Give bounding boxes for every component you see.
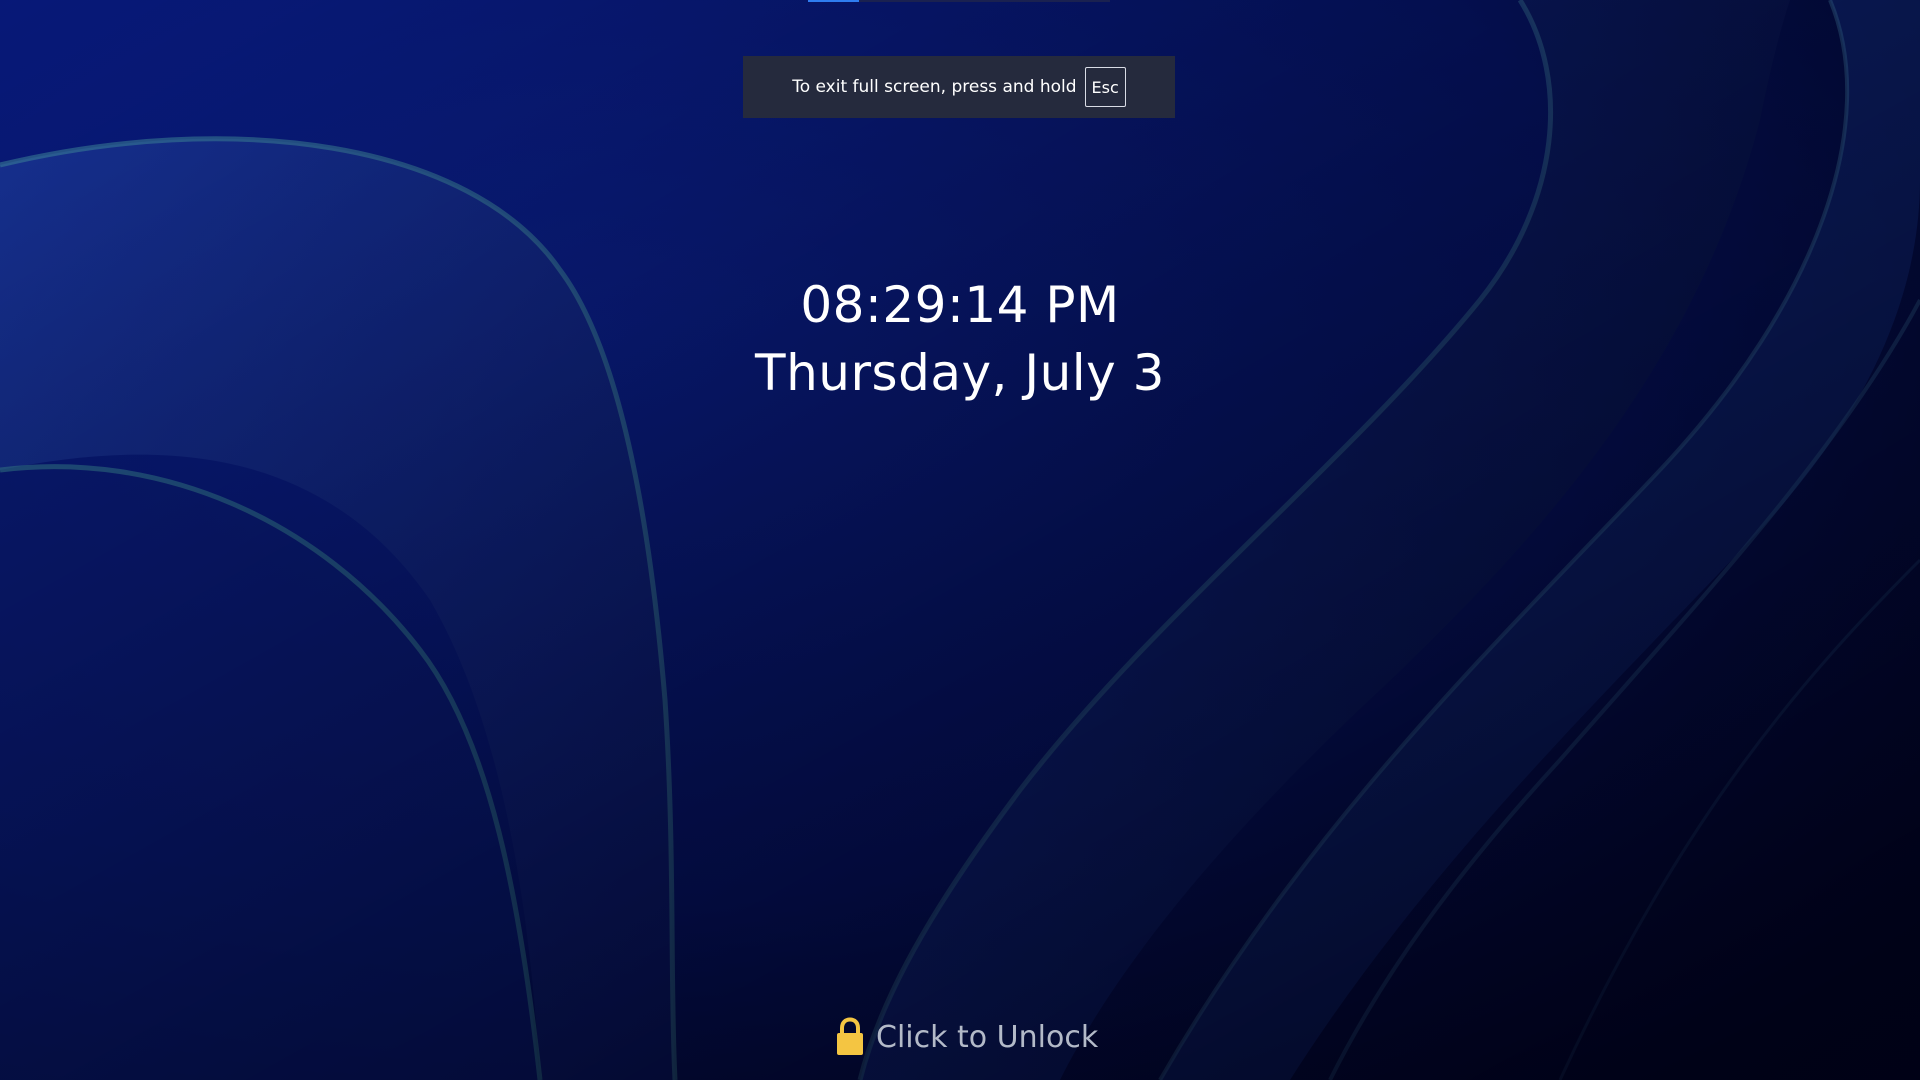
unlock-label: Click to Unlock xyxy=(876,1019,1099,1055)
fullscreen-progress-fill xyxy=(808,0,860,2)
exit-fullscreen-notice: To exit full screen, press and hold Esc xyxy=(743,56,1175,118)
unlock-button[interactable]: Click to Unlock xyxy=(834,1012,1098,1062)
clock-time: 08:29:14 PM xyxy=(800,276,1120,334)
clock-date: Thursday, July 3 xyxy=(755,344,1165,402)
lock-screen[interactable]: To exit full screen, press and hold Esc … xyxy=(0,0,1920,1080)
wallpaper-background xyxy=(0,0,1920,1080)
esc-key-badge: Esc xyxy=(1084,67,1126,107)
clock-display: 08:29:14 PM Thursday, July 3 xyxy=(0,270,1920,406)
lock-icon xyxy=(837,1017,863,1055)
exit-fullscreen-message: To exit full screen, press and hold xyxy=(792,77,1077,97)
fullscreen-progress-bar xyxy=(808,0,1110,2)
